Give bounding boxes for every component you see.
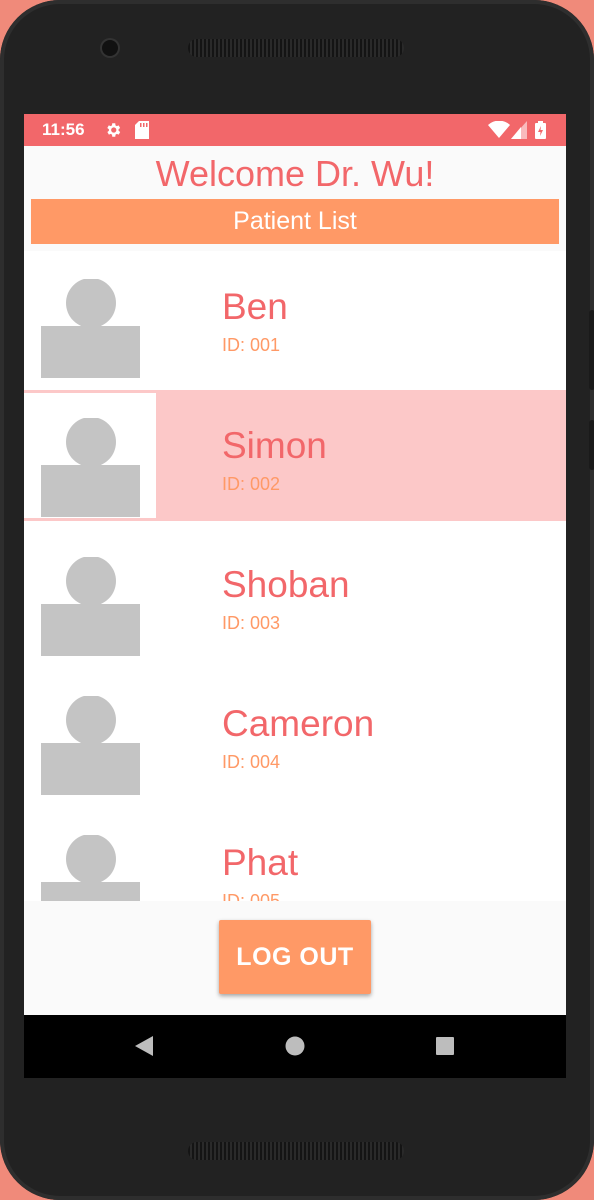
home-icon[interactable] — [284, 1035, 306, 1057]
front-camera — [102, 40, 118, 56]
wifi-icon — [488, 121, 510, 138]
footer: LOG OUT — [24, 901, 566, 1015]
bottom-speaker-grille — [188, 1142, 404, 1160]
patient-row-simon[interactable]: Simon ID: 002 — [24, 390, 566, 521]
patient-id: ID: 004 — [222, 752, 281, 772]
power-button — [589, 420, 594, 470]
sd-card-icon — [135, 121, 149, 139]
battery-icon — [535, 121, 546, 139]
patient-row-cameron[interactable]: Cameron ID: 004 — [24, 668, 566, 799]
patient-list-header: Patient List — [31, 199, 559, 244]
patient-id: ID: 003 — [222, 613, 281, 633]
patient-name: Phat — [222, 842, 299, 883]
patient-name: Cameron — [222, 703, 375, 744]
avatar-placeholder-icon — [41, 696, 140, 795]
avatar-placeholder-icon — [41, 835, 140, 901]
volume-button — [589, 310, 594, 390]
avatar-container — [24, 807, 156, 901]
avatar-placeholder-icon — [41, 279, 140, 378]
avatar-container — [24, 529, 156, 660]
welcome-title: Welcome Dr. Wu! — [155, 153, 435, 194]
back-icon[interactable] — [133, 1035, 155, 1057]
status-bar: 11:56 — [24, 114, 566, 146]
patient-row-ben[interactable]: Ben ID: 001 — [24, 251, 566, 382]
signal-icon — [511, 121, 527, 139]
patient-name: Shoban — [222, 564, 350, 605]
avatar-placeholder-icon — [41, 418, 140, 517]
settings-icon — [107, 123, 121, 137]
avatar-placeholder-icon — [41, 557, 140, 656]
patient-list[interactable]: Ben ID: 001 Simon ID: 002 Shoban ID: 003… — [24, 251, 566, 901]
avatar-container — [24, 668, 156, 799]
recents-icon[interactable] — [434, 1035, 456, 1057]
patient-id: ID: 002 — [222, 474, 281, 494]
avatar-container — [24, 251, 156, 382]
top-speaker-grille — [188, 39, 404, 57]
phone-frame: 11:56 Welcome Dr. Wu! Patient List Ben I… — [0, 0, 594, 1200]
navigation-bar — [24, 1015, 566, 1078]
logout-button[interactable]: LOG OUT — [219, 920, 371, 994]
patient-name: Ben — [222, 286, 288, 327]
patient-row-phat[interactable]: Phat ID: 005 — [24, 807, 566, 901]
screen: 11:56 Welcome Dr. Wu! Patient List Ben I… — [24, 114, 566, 1078]
patient-name: Simon — [222, 425, 327, 466]
patient-id: ID: 001 — [222, 335, 281, 355]
status-time: 11:56 — [42, 120, 85, 139]
avatar-container — [24, 393, 156, 518]
patient-id: ID: 005 — [222, 891, 281, 901]
patient-row-shoban[interactable]: Shoban ID: 003 — [24, 529, 566, 660]
